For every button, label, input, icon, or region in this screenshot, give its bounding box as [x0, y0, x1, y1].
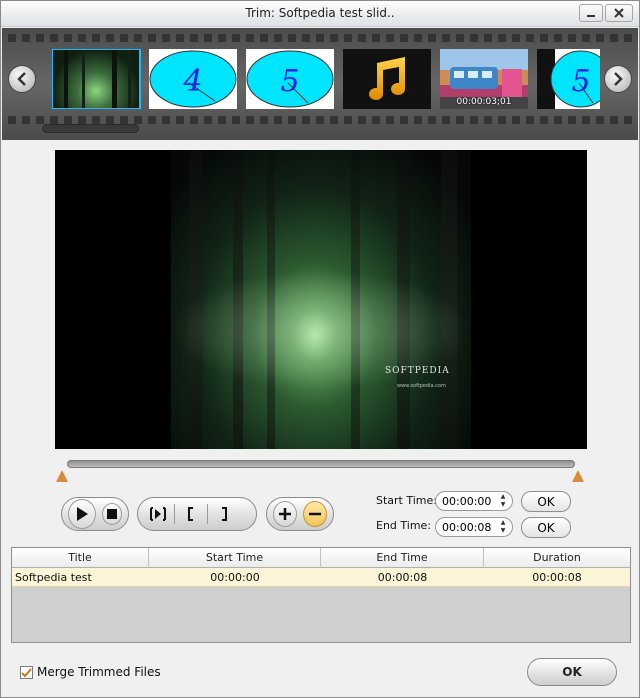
segment-controls — [266, 497, 334, 531]
music-note-icon — [369, 57, 405, 100]
thumbnail-forest[interactable] — [52, 49, 141, 109]
ok-button[interactable]: OK — [527, 658, 617, 686]
add-segment-button[interactable] — [273, 501, 297, 527]
chevron-left-icon — [17, 72, 26, 86]
digit-slide-image: 4 — [149, 50, 237, 108]
thumbnail-digit: 4 — [182, 64, 202, 99]
end-time-label: End Time: — [376, 519, 432, 532]
thumbnail-timestamp: 00:00:03;01 — [456, 97, 512, 107]
start-time-ok-button[interactable]: OK — [521, 491, 571, 512]
stop-icon — [106, 509, 117, 519]
table-row[interactable]: Softpedia test 00:00:00 00:00:08 00:00:0… — [12, 568, 630, 587]
preview-frame-forest — [171, 150, 471, 449]
film-perforations-top — [2, 34, 638, 42]
forest-image — [64, 49, 131, 109]
merge-trimmed-checkbox[interactable] — [20, 666, 33, 679]
separator — [174, 504, 175, 524]
filmstrip-next-button[interactable] — [604, 65, 632, 93]
remove-segment-button[interactable] — [303, 501, 327, 527]
start-time-input[interactable]: 00:00:00 ▲ ▼ — [435, 491, 513, 511]
set-end-button[interactable] — [210, 501, 238, 527]
filmstrip-prev-button[interactable] — [8, 65, 36, 93]
segments-table: Title Start Time End Time Duration Softp… — [11, 547, 631, 643]
plus-icon — [279, 508, 291, 520]
cell-end-time: 00:00:08 — [377, 571, 428, 584]
thumbnail-audio[interactable] — [343, 49, 431, 109]
end-time-value: 00:00:08 — [442, 520, 492, 534]
thumbnail-digit-5b[interactable]: 5 — [537, 49, 600, 109]
start-time-label: Start Time: — [376, 494, 437, 507]
minimize-icon — [587, 15, 595, 17]
end-time-spinner[interactable]: ▲ ▼ — [496, 519, 510, 535]
end-time-ok-button[interactable]: OK — [521, 517, 571, 538]
trim-start-marker[interactable] — [56, 470, 68, 482]
filmstrip: 4 5 00:00:03;01 5 — [2, 28, 638, 140]
stop-button[interactable] — [101, 503, 122, 525]
start-time-value: 00:00:00 — [442, 494, 492, 508]
play-icon — [76, 507, 88, 521]
spin-down-icon[interactable]: ▼ — [496, 501, 510, 509]
spin-up-icon[interactable]: ▲ — [496, 519, 510, 527]
checkmark-icon — [21, 668, 32, 678]
thumbnail-video-clip[interactable]: 00:00:03;01 — [440, 49, 528, 109]
separator — [207, 504, 208, 524]
close-button[interactable] — [605, 4, 633, 22]
thumbnail-digit-5[interactable]: 5 — [246, 49, 334, 109]
spin-down-icon[interactable]: ▼ — [496, 527, 510, 535]
video-preview: SOFTPEDIA www.softpedia.com — [55, 150, 587, 449]
right-bracket-icon — [222, 507, 227, 521]
cell-start-time: 00:00:00 — [210, 571, 260, 584]
minimize-button[interactable] — [579, 4, 603, 22]
start-time-spinner[interactable]: ▲ ▼ — [496, 493, 510, 509]
column-header-end-time[interactable]: End Time — [321, 548, 484, 568]
title-bar: Trim: Softpedia test slid.. — [1, 1, 639, 27]
softpedia-watermark: SOFTPEDIA — [385, 366, 450, 376]
end-time-input[interactable]: 00:00:08 ▲ ▼ — [435, 517, 513, 537]
chevron-right-icon — [614, 72, 623, 86]
cell-title: Softpedia test — [15, 571, 92, 584]
thumbnail-digit: 5 — [280, 64, 299, 99]
digit-slide-image: 5 — [246, 50, 334, 108]
trim-timeline[interactable] — [67, 460, 575, 468]
step-frame-icon — [150, 507, 166, 521]
play-button[interactable] — [68, 499, 96, 529]
column-header-title[interactable]: Title — [12, 548, 149, 568]
go-to-start-button[interactable] — [144, 501, 172, 527]
merge-trimmed-label[interactable]: Merge Trimmed Files — [37, 665, 161, 679]
column-header-duration[interactable]: Duration — [484, 548, 630, 568]
softpedia-watermark-url: www.softpedia.com — [397, 383, 446, 389]
trim-end-marker[interactable] — [572, 470, 584, 482]
minus-icon — [309, 512, 321, 516]
window-title: Trim: Softpedia test slid.. — [245, 6, 395, 20]
set-start-button[interactable] — [177, 501, 205, 527]
trim-window: Trim: Softpedia test slid.. 4 5 00:00:03… — [0, 0, 640, 698]
film-perforations-bottom — [2, 116, 638, 124]
thumbnail-digit-4[interactable]: 4 — [149, 49, 237, 109]
left-bracket-icon — [188, 507, 193, 521]
digit-slide-image: 5 — [537, 49, 600, 109]
playback-controls — [61, 497, 129, 531]
filmstrip-thumbnails: 4 5 00:00:03;01 5 — [52, 49, 600, 109]
table-header: Title Start Time End Time Duration — [12, 548, 630, 568]
filmstrip-scrollbar-thumb[interactable] — [42, 124, 139, 133]
thumbnail-digit: 5 — [571, 64, 590, 99]
column-header-start-time[interactable]: Start Time — [149, 548, 321, 568]
close-icon — [614, 8, 624, 18]
cell-duration: 00:00:08 — [532, 571, 582, 584]
trim-point-controls — [137, 497, 257, 531]
spin-up-icon[interactable]: ▲ — [496, 493, 510, 501]
window-controls — [579, 4, 633, 22]
